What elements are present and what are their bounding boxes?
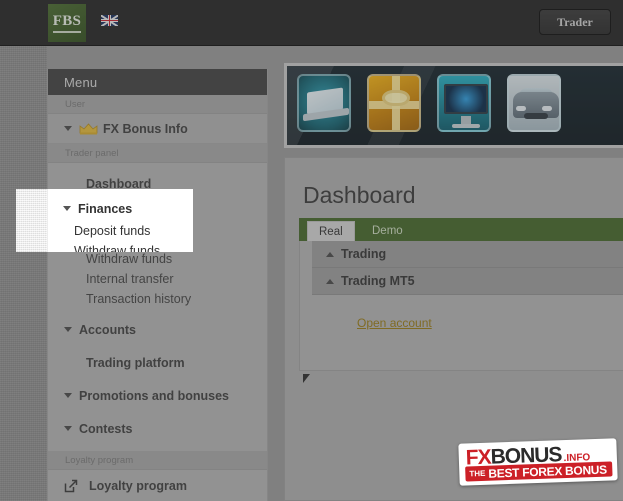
sidebar-menu: Menu User FX Bonus Info Trader panel Das… xyxy=(47,69,268,501)
open-account-link[interactable]: Open account xyxy=(357,316,432,330)
spotlight-item-withdraw-funds[interactable]: Withdraw funds xyxy=(63,241,170,252)
sidebar-item-label: Finances xyxy=(78,201,133,216)
dashboard-panel: Dashboard Real Demo Trading Trading MT5 … xyxy=(284,157,623,501)
chevron-up-icon xyxy=(326,278,334,284)
spotlight-content: Finances Deposit funds Withdraw funds xyxy=(16,189,193,252)
menu-header: Menu xyxy=(48,69,267,95)
sidebar-item-label: Transaction history xyxy=(86,292,192,306)
sidebar-item-withdraw-funds[interactable]: Withdraw funds xyxy=(48,249,267,269)
trader-button[interactable]: Trader xyxy=(539,9,611,35)
sidebar-item-label: Withdraw funds xyxy=(86,252,173,266)
page-left-gutter xyxy=(0,46,47,501)
tab-real[interactable]: Real xyxy=(307,221,355,241)
chevron-down-icon xyxy=(63,206,71,211)
accordion-trading-mt5[interactable]: Trading MT5 xyxy=(312,268,623,295)
sidebar-section-trader-panel: Trader panel xyxy=(48,144,267,163)
fbs-logo[interactable]: FBS xyxy=(48,4,86,42)
account-type-tabbar: Real Demo xyxy=(299,218,623,241)
chevron-down-icon xyxy=(64,327,72,332)
sidebar-item-fx-bonus-info[interactable]: FX Bonus Info xyxy=(48,114,267,144)
crown-icon xyxy=(79,122,98,135)
sidebar-item-label: Deposit funds xyxy=(74,224,151,238)
sidebar-section-user: User xyxy=(48,95,267,114)
car-icon xyxy=(507,74,561,132)
sidebar-item-label: Loyalty program xyxy=(89,479,187,493)
chevron-down-icon xyxy=(64,393,72,398)
tab-demo[interactable]: Demo xyxy=(361,221,414,241)
sidebar-item-transaction-history[interactable]: Transaction history xyxy=(48,289,267,309)
uk-flag-icon[interactable] xyxy=(101,15,118,26)
chevron-down-icon xyxy=(64,426,72,431)
sidebar-section-loyalty-program: Loyalty program xyxy=(48,451,267,470)
sidebar-item-accounts[interactable]: Accounts xyxy=(48,317,267,342)
app-root: FBS Trader Menu User FX Bonus Info Trade… xyxy=(0,0,623,501)
chevron-down-icon xyxy=(64,126,72,131)
sidebar-item-label: Promotions and bonuses xyxy=(79,388,230,403)
imac-icon xyxy=(437,74,491,132)
laptop-icon xyxy=(297,74,351,132)
spotlight-item-finances[interactable]: Finances xyxy=(63,196,170,221)
fbs-logo-text: FBS xyxy=(52,13,82,33)
sidebar-item-label: Internal transfer xyxy=(86,272,174,286)
chevron-up-icon xyxy=(326,251,334,257)
accordion-label: Trading MT5 xyxy=(341,274,415,288)
gift-box-icon xyxy=(367,74,421,132)
spotlight-item-deposit-funds[interactable]: Deposit funds xyxy=(63,221,170,241)
sidebar-item-label: Accounts xyxy=(79,322,136,337)
sidebar-item-label: FX Bonus Info xyxy=(103,121,188,136)
sidebar-item-label: Trading platform xyxy=(86,355,185,370)
sidebar-item-contests[interactable]: Contests xyxy=(48,416,267,441)
accounts-card: Trading Trading MT5 Open account xyxy=(299,241,623,371)
accordion-trading[interactable]: Trading xyxy=(312,241,623,268)
sidebar-item-trading-platform[interactable]: Trading platform xyxy=(48,350,267,375)
sidebar-item-internal-transfer[interactable]: Internal transfer xyxy=(48,269,267,289)
top-header-bar: FBS Trader xyxy=(0,0,623,46)
sidebar-item-label: Withdraw funds xyxy=(74,244,161,252)
carousel-prizes xyxy=(297,74,561,132)
external-link-icon xyxy=(64,479,78,493)
accordion-label: Trading xyxy=(341,247,387,261)
sidebar-item-label: Contests xyxy=(79,421,133,436)
page-title: Dashboard xyxy=(303,182,416,208)
sidebar-item-loyalty-program[interactable]: Loyalty program xyxy=(48,470,267,501)
sidebar-item-promotions-and-bonuses[interactable]: Promotions and bonuses xyxy=(48,383,267,408)
promo-carousel[interactable] xyxy=(284,63,623,148)
cursor-pointer-marker xyxy=(303,374,310,383)
